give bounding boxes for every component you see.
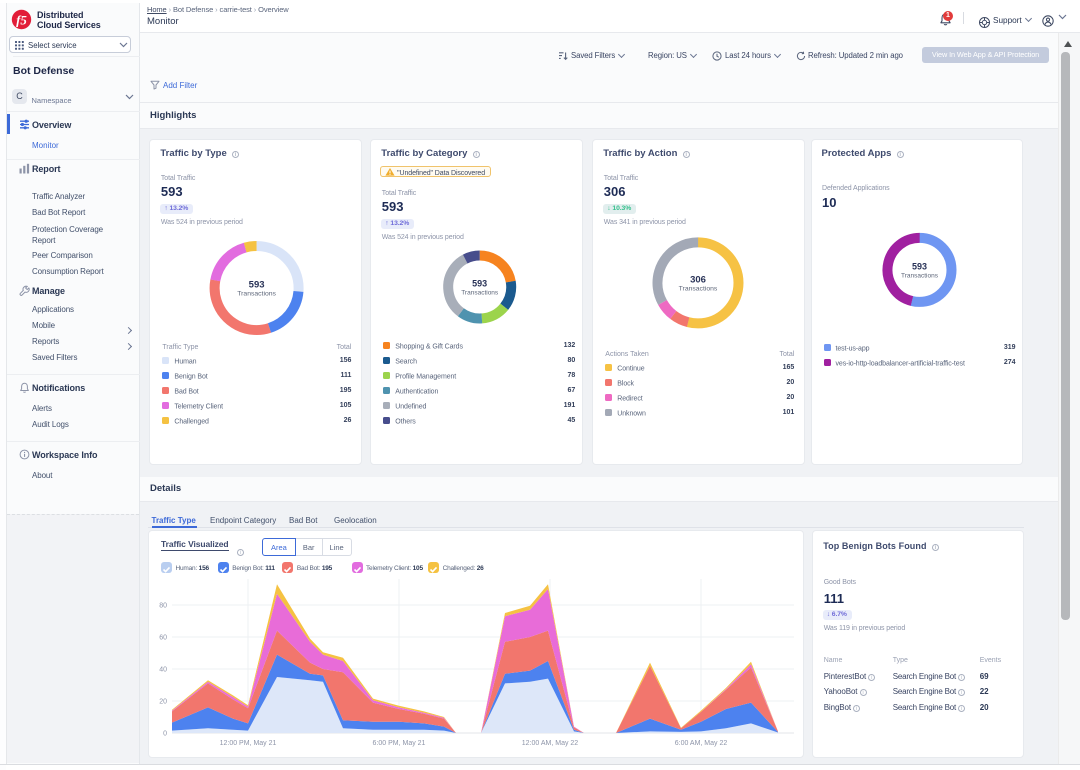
svg-text:f5: f5 — [16, 12, 27, 27]
svg-text:Transactions: Transactions — [901, 272, 939, 279]
svg-text:6:00 AM, May 22: 6:00 AM, May 22 — [675, 740, 728, 747]
svg-text:593: 593 — [472, 278, 487, 288]
svg-text:Transactions: Transactions — [462, 289, 500, 296]
svg-text:306: 306 — [690, 274, 706, 285]
svg-text:593: 593 — [249, 279, 265, 290]
svg-text:40: 40 — [159, 667, 167, 674]
svg-text:60: 60 — [159, 635, 167, 642]
svg-text:Transactions: Transactions — [679, 285, 718, 292]
svg-text:6:00 PM, May 21: 6:00 PM, May 21 — [373, 740, 426, 747]
svg-text:20: 20 — [159, 699, 167, 706]
svg-text:12:00 AM, May 22: 12:00 AM, May 22 — [522, 740, 579, 747]
svg-text:Transactions: Transactions — [238, 290, 277, 297]
svg-text:80: 80 — [159, 603, 167, 610]
svg-text:12:00 PM, May 21: 12:00 PM, May 21 — [220, 740, 277, 747]
svg-text:0: 0 — [163, 731, 167, 738]
svg-text:593: 593 — [911, 261, 926, 271]
